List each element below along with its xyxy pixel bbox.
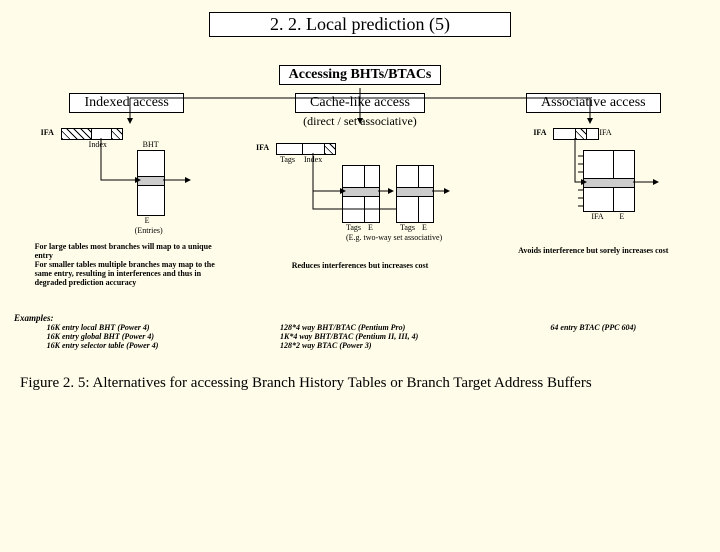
columns: Indexed access IFA Index BHT E (Entries)… bbox=[0, 93, 720, 309]
w0-t: Tags bbox=[346, 223, 361, 232]
w0-e: E bbox=[368, 223, 373, 232]
subtitle-box: Accessing BHTs/BTACs bbox=[279, 65, 441, 85]
cache-tradeoff: Reduces interferences but increases cost bbox=[250, 257, 470, 309]
assoc-arrows bbox=[483, 120, 703, 240]
slide-title: 2. 2. Local prediction (5) bbox=[209, 12, 511, 37]
assoc-heading: Associative access bbox=[526, 93, 661, 113]
cache-diagram: IFA Tags Index Tags E Tags E (E.g. two-w… bbox=[250, 135, 470, 255]
indexed-arrows bbox=[17, 120, 237, 240]
cache-heading: Cache-like access bbox=[295, 93, 425, 113]
assoc-tradeoff: Avoids interference but sorely increases… bbox=[483, 242, 703, 294]
ex-indexed: 16K entry local BHT (Power 4) 16K entry … bbox=[17, 323, 237, 357]
indexed-heading: Indexed access bbox=[69, 93, 183, 113]
examples-row: 16K entry local BHT (Power 4) 16K entry … bbox=[0, 323, 720, 357]
a-ifa: IFA bbox=[591, 212, 603, 221]
indexed-desc: For large tables most branches will map … bbox=[17, 242, 237, 290]
ex-cache: 128*4 way BHT/BTAC (Pentium Pro) 1K*4 wa… bbox=[250, 323, 470, 357]
indexed-diagram: IFA Index BHT E (Entries) bbox=[17, 120, 237, 240]
cache-sub: (direct / set associative) bbox=[250, 114, 470, 129]
col-assoc: Associative access IFA IFA IFA E Avoids … bbox=[483, 93, 703, 309]
w1-t: Tags bbox=[400, 223, 415, 232]
w1-e: E bbox=[422, 223, 427, 232]
lbl-e: E bbox=[145, 216, 150, 225]
cache-caption: (E.g. two-way set associative) bbox=[346, 233, 442, 242]
figure-caption: Figure 2. 5: Alternatives for accessing … bbox=[0, 375, 720, 392]
assoc-diagram: IFA IFA IFA E bbox=[483, 120, 703, 240]
a-e: E bbox=[619, 212, 624, 221]
ex-assoc: 64 entry BTAC (PPC 604) bbox=[483, 323, 703, 357]
lbl-entries: (Entries) bbox=[135, 226, 163, 235]
col-cache: Cache-like access (direct / set associat… bbox=[250, 93, 470, 309]
examples-label: Examples: bbox=[0, 313, 720, 323]
col-indexed: Indexed access IFA Index BHT E (Entries)… bbox=[17, 93, 237, 309]
